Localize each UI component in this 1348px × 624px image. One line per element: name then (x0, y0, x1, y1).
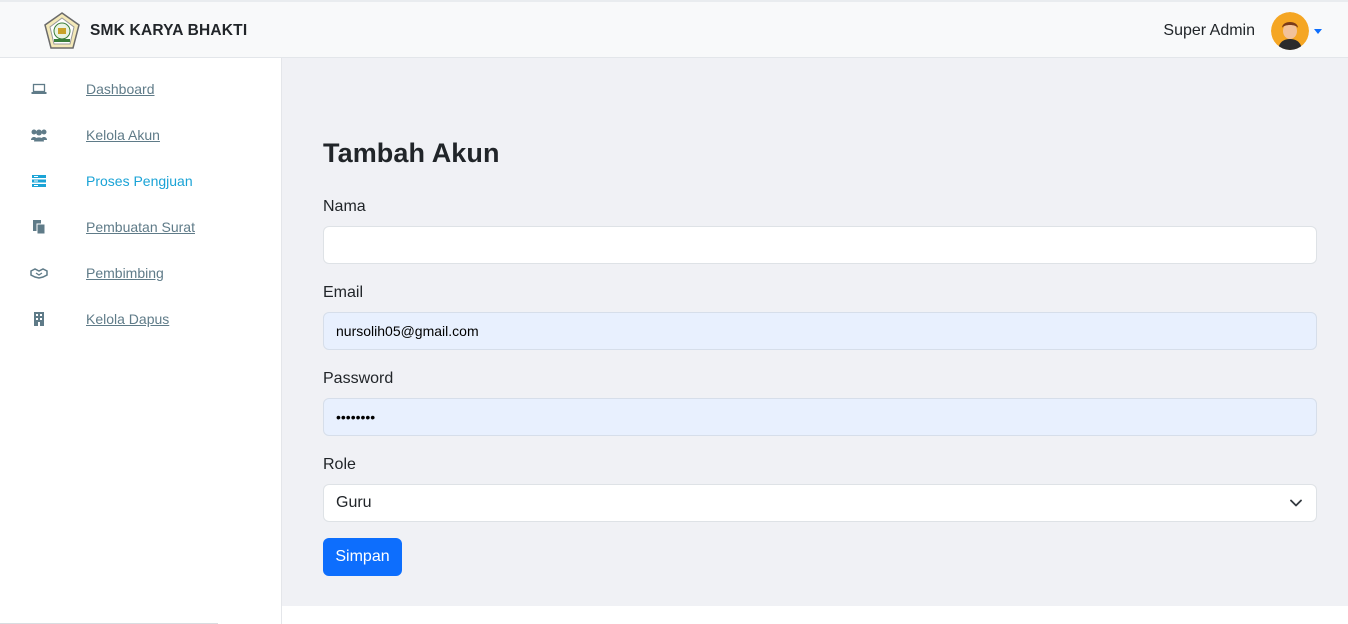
role-select-value: Guru (336, 494, 372, 511)
sidebar-item-pembuatan-surat[interactable]: Pembuatan Surat (0, 212, 282, 242)
documents-icon (30, 218, 48, 236)
sidebar-item-dashboard[interactable]: Dashboard (0, 74, 282, 104)
sidebar-item-pembimbing[interactable]: Pembimbing (0, 258, 282, 288)
user-avatar-icon[interactable] (1271, 12, 1309, 50)
sidebar-item-label: Pembimbing (86, 265, 164, 281)
sidebar-item-label: Kelola Akun (86, 127, 160, 143)
password-field[interactable]: •••••••• (323, 398, 1317, 436)
handshake-icon (30, 264, 48, 282)
sidebar-item-kelola-akun[interactable]: Kelola Akun (0, 120, 282, 150)
sidebar-item-label: Pembuatan Surat (86, 219, 195, 235)
page-title: Tambah Akun (323, 138, 500, 168)
save-button[interactable]: Simpan (323, 538, 402, 576)
nama-field[interactable] (323, 226, 1317, 264)
brand-name: SMK KARYA BHAKTI (90, 22, 248, 39)
sidebar: Dashboard Kelola Akun Proses Pengjuan Pe… (0, 58, 282, 624)
role-label: Role (323, 456, 356, 473)
email-field[interactable]: nursolih05@gmail.com (323, 312, 1317, 350)
chevron-down-icon[interactable] (1314, 28, 1322, 34)
main-content: Tambah Akun Nama Email nursolih05@gmail.… (282, 58, 1348, 606)
nama-label: Nama (323, 198, 366, 215)
users-icon (30, 126, 48, 144)
password-label: Password (323, 370, 394, 387)
role-select[interactable]: Guru (323, 484, 1317, 522)
email-label: Email (323, 284, 364, 301)
laptop-icon (30, 80, 48, 98)
sidebar-item-label: Dashboard (86, 81, 155, 97)
building-icon (30, 310, 48, 328)
sidebar-item-label: Kelola Dapus (86, 311, 170, 327)
top-navbar: SMK KARYA BHAKTI Super Admin (0, 0, 1348, 58)
user-name: Super Admin (1163, 22, 1255, 39)
list-icon (30, 172, 48, 190)
school-emblem-icon (44, 12, 80, 49)
sidebar-item-proses-pengjuan[interactable]: Proses Pengjuan (0, 166, 282, 196)
sidebar-item-kelola-dapus[interactable]: Kelola Dapus (0, 304, 282, 334)
brand[interactable]: SMK KARYA BHAKTI (42, 11, 247, 51)
sidebar-item-label: Proses Pengjuan (86, 173, 193, 189)
chevron-down-icon (1290, 499, 1302, 507)
user-menu[interactable]: Super Admin (1163, 12, 1322, 50)
